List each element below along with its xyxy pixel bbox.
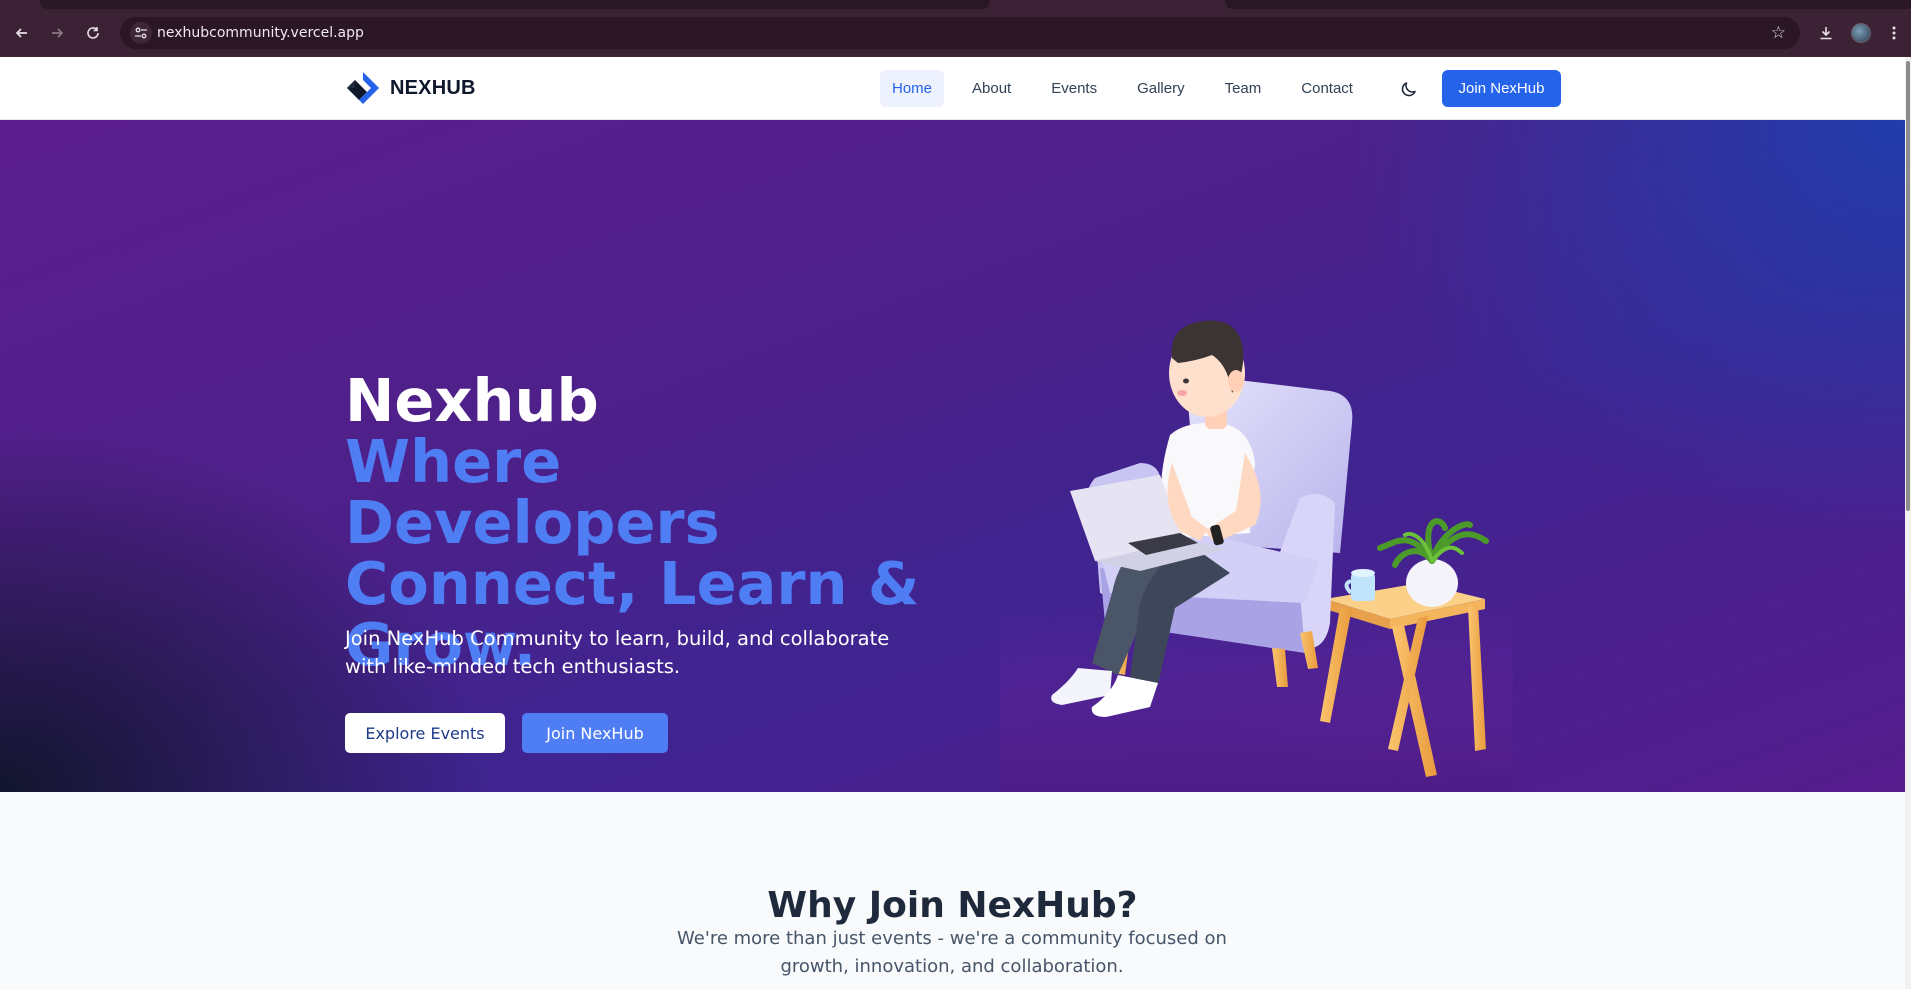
- menu-icon[interactable]: [1882, 21, 1906, 45]
- page: NEXHUB Home About Events Gallery Team Co…: [0, 57, 1905, 989]
- why-join-title: Why Join NexHub?: [767, 885, 1138, 926]
- nexhub-logo-icon: [347, 72, 379, 104]
- why-join-section: Why Join NexHub? We're more than just ev…: [0, 792, 1905, 989]
- browser-tab[interactable]: [1225, 0, 1911, 9]
- hero-section: Nexhub Where Developers Connect, Learn &…: [0, 120, 1905, 816]
- explore-events-button[interactable]: Explore Events: [345, 713, 505, 753]
- nav-item-events[interactable]: Events: [1039, 70, 1109, 107]
- scrollbar-thumb[interactable]: [1906, 61, 1910, 511]
- nav-item-team[interactable]: Team: [1213, 70, 1274, 107]
- nav-item-about[interactable]: About: [960, 70, 1023, 107]
- forward-icon[interactable]: [45, 21, 69, 45]
- address-bar[interactable]: nexhubcommunity.vercel.app ☆: [120, 17, 1800, 49]
- header-join-button[interactable]: Join NexHub: [1442, 70, 1561, 107]
- back-icon[interactable]: [10, 21, 34, 45]
- hero-title: Nexhub: [345, 366, 599, 435]
- site-info-icon[interactable]: [130, 22, 152, 44]
- nav-item-gallery[interactable]: Gallery: [1125, 70, 1197, 107]
- nav-item-contact[interactable]: Contact: [1289, 70, 1365, 107]
- logo[interactable]: NEXHUB: [345, 70, 476, 106]
- theme-toggle-button[interactable]: [1394, 74, 1424, 104]
- page-scrollbar[interactable]: [1905, 57, 1911, 989]
- url-text[interactable]: nexhubcommunity.vercel.app: [157, 25, 364, 41]
- brand-name: NEXHUB: [390, 76, 476, 99]
- bookmark-star-icon[interactable]: ☆: [1771, 23, 1786, 43]
- nav-item-home[interactable]: Home: [880, 70, 945, 107]
- hero-subtitle: Join NexHub Community to learn, build, a…: [345, 627, 890, 678]
- browser-tab-strip: [0, 0, 1911, 9]
- main-nav: Home About Events Gallery Team Contact: [880, 70, 1381, 107]
- browser-tab[interactable]: [40, 0, 990, 9]
- site-header: NEXHUB Home About Events Gallery Team Co…: [0, 57, 1905, 120]
- developer-illustration: [1000, 320, 1513, 816]
- hero-join-button[interactable]: Join NexHub: [522, 713, 668, 753]
- browser-toolbar: nexhubcommunity.vercel.app ☆: [0, 9, 1911, 57]
- download-icon[interactable]: [1814, 21, 1838, 45]
- profile-avatar[interactable]: [1851, 23, 1871, 43]
- moon-icon: [1401, 82, 1416, 97]
- why-join-description: We're more than just events - we're a co…: [677, 928, 1227, 977]
- reload-icon[interactable]: [81, 21, 105, 45]
